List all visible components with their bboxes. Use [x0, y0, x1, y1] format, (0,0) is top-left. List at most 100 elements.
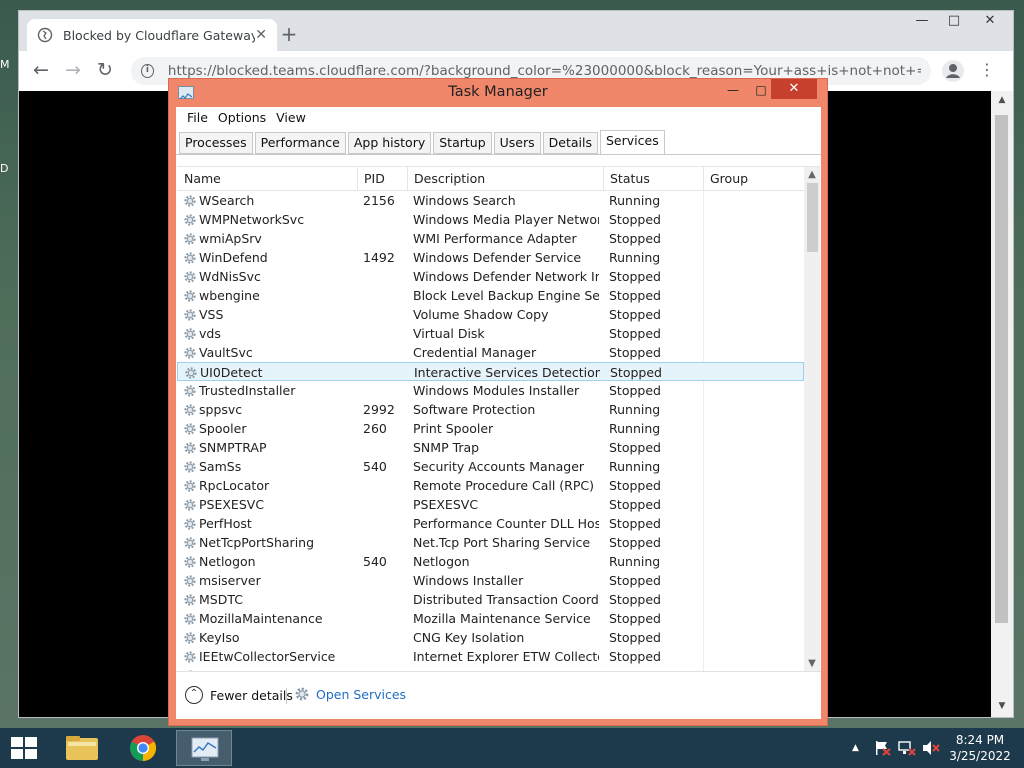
service-status: Stopped	[609, 497, 661, 512]
tab-close-icon[interactable]: ✕	[255, 27, 267, 43]
gear-icon	[295, 687, 309, 701]
column-divider[interactable]	[357, 167, 358, 191]
table-row[interactable]: RpcLocator Remote Procedure Call (RPC) Lo…	[177, 476, 804, 495]
table-row[interactable]: Netlogon 540 Netlogon Running	[177, 552, 804, 571]
taskbar-task-manager[interactable]	[176, 730, 232, 766]
fewer-details-button[interactable]: ⌃ Fewer details	[185, 686, 293, 704]
table-row[interactable]: wmiApSrv WMI Performance Adapter Stopped	[177, 229, 804, 248]
service-name: MSDTC	[199, 592, 243, 607]
table-row[interactable]: sppsvc 2992 Software Protection Running	[177, 400, 804, 419]
task-manager-titlebar[interactable]: Task Manager — □ ✕	[169, 79, 827, 107]
table-row[interactable]: Spooler 260 Print Spooler Running	[177, 419, 804, 438]
service-pid: 540	[363, 459, 387, 474]
service-status: Stopped	[609, 326, 661, 341]
tab-details[interactable]: Details	[542, 132, 598, 154]
service-name: wbengine	[199, 288, 260, 303]
service-gear-icon	[184, 556, 196, 568]
tab-processes[interactable]: Processes	[179, 132, 253, 154]
column-header-description[interactable]: Description	[414, 171, 485, 186]
table-row[interactable]: WMPNetworkSvc Windows Media Player Networ…	[177, 210, 804, 229]
table-row[interactable]: MSDTC Distributed Transaction Coordin... S…	[177, 590, 804, 609]
table-row[interactable]: UI0Detect Interactive Services Detection S…	[177, 362, 804, 381]
service-name: KeyIso	[199, 630, 240, 645]
table-row[interactable]: VaultSvc Credential Manager Stopped	[177, 343, 804, 362]
tab-app-history[interactable]: App history	[347, 132, 432, 154]
column-header-pid[interactable]: PID	[364, 171, 385, 186]
scroll-up-icon[interactable]: ▲	[991, 91, 1013, 109]
service-status: Stopped	[609, 307, 661, 322]
volume-muted-icon[interactable]	[922, 740, 940, 756]
service-gear-icon	[184, 404, 196, 416]
tm-minimize-button[interactable]: —	[721, 81, 745, 101]
service-status: Running	[609, 421, 661, 436]
profile-icon[interactable]	[941, 59, 965, 83]
scroll-down-icon[interactable]: ▼	[991, 697, 1013, 715]
table-row[interactable]: PSEXESVC PSEXESVC Stopped	[177, 495, 804, 514]
service-status: Stopped	[609, 231, 661, 246]
tab-startup[interactable]: Startup	[433, 132, 492, 154]
show-hidden-icons-button[interactable]: ▲	[852, 743, 859, 753]
taskbar: ▲ 8:24 PM 3/25/2022	[0, 728, 1024, 768]
column-header-group[interactable]: Group	[710, 171, 748, 186]
action-center-flag-icon[interactable]	[874, 740, 892, 756]
tab-users[interactable]: Users	[493, 132, 541, 154]
tab-services[interactable]: Services	[600, 130, 665, 155]
column-divider[interactable]	[603, 167, 604, 191]
globe-icon	[37, 27, 53, 43]
service-status: Stopped	[609, 345, 661, 360]
page-scrollbar[interactable]: ▲ ▼	[991, 91, 1013, 717]
table-row[interactable]: WinDefend 1492 Windows Defender Service Run…	[177, 248, 804, 267]
table-row[interactable]: KeyIso CNG Key Isolation Stopped	[177, 628, 804, 647]
table-row[interactable]: SNMPTRAP SNMP Trap Stopped	[177, 438, 804, 457]
column-header-status[interactable]: Status	[610, 171, 650, 186]
table-row[interactable]: TrustedInstaller Windows Modules Installe…	[177, 381, 804, 400]
table-row[interactable]: WdNisSvc Windows Defender Network Insp...…	[177, 267, 804, 286]
page-scroll-thumb[interactable]	[995, 115, 1008, 623]
browser-close-button[interactable]: ✕	[975, 11, 1005, 33]
network-icon[interactable]	[898, 740, 916, 756]
table-scrollbar[interactable]: ▲ ▼	[804, 167, 820, 671]
service-gear-icon	[184, 518, 196, 530]
browser-minimize-button[interactable]: —	[907, 11, 937, 33]
table-row[interactable]: MozillaMaintenance Mozilla Maintenance Se…	[177, 609, 804, 628]
service-name: SamSs	[199, 459, 242, 474]
scroll-up-icon[interactable]: ▲	[804, 167, 820, 183]
table-row[interactable]: NetTcpPortSharing Net.Tcp Port Sharing Se…	[177, 533, 804, 552]
scroll-down-icon[interactable]: ▼	[804, 656, 820, 671]
menu-file[interactable]: File	[182, 107, 213, 129]
column-divider[interactable]	[407, 167, 408, 191]
service-description: Netlogon	[413, 554, 470, 569]
table-row[interactable]: vds Virtual Disk Stopped	[177, 324, 804, 343]
table-row[interactable]: IEEtwCollectorService Internet Explorer E…	[177, 647, 804, 666]
browser-maximize-button[interactable]: □	[939, 11, 969, 33]
table-scroll-thumb[interactable]	[807, 183, 818, 252]
new-tab-button[interactable]: +	[277, 23, 301, 47]
menu-options[interactable]: Options	[213, 107, 271, 129]
table-row[interactable]: VSS Volume Shadow Copy Stopped	[177, 305, 804, 324]
service-description: WMI Performance Adapter	[413, 231, 577, 246]
column-divider[interactable]	[703, 167, 704, 191]
service-gear-icon	[184, 480, 196, 492]
table-row[interactable]: WSearch 2156 Windows Search Running	[177, 191, 804, 210]
reload-button[interactable]: ↻	[93, 59, 117, 83]
table-row[interactable]: SamSs 540 Security Accounts Manager Running	[177, 457, 804, 476]
taskbar-file-explorer[interactable]	[54, 730, 110, 766]
site-info-icon[interactable]: i	[141, 64, 154, 78]
table-row[interactable]: wbengine Block Level Backup Engine Servic…	[177, 286, 804, 305]
windows-start-icon[interactable]	[10, 736, 38, 760]
taskbar-chrome[interactable]	[115, 730, 171, 766]
open-services-link[interactable]: Open Services	[294, 686, 406, 702]
browser-menu-button[interactable]: ⋮	[977, 59, 997, 83]
menu-view[interactable]: View	[271, 107, 311, 129]
table-row[interactable]: PerfHost Performance Counter DLL Host Stop…	[177, 514, 804, 533]
table-row[interactable]: msiserver Windows Installer Stopped	[177, 571, 804, 590]
back-button[interactable]: ←	[29, 59, 53, 83]
column-header-name[interactable]: Name	[184, 171, 221, 186]
forward-button[interactable]: →	[61, 59, 85, 83]
taskbar-clock[interactable]: 8:24 PM 3/25/2022	[946, 732, 1014, 764]
tm-maximize-button[interactable]: □	[749, 81, 773, 101]
tm-close-button[interactable]: ✕	[771, 79, 817, 99]
browser-tab[interactable]: Blocked by Cloudflare Gateway ✕	[27, 19, 277, 51]
tab-performance[interactable]: Performance	[254, 132, 346, 154]
service-pid: 260	[363, 421, 387, 436]
